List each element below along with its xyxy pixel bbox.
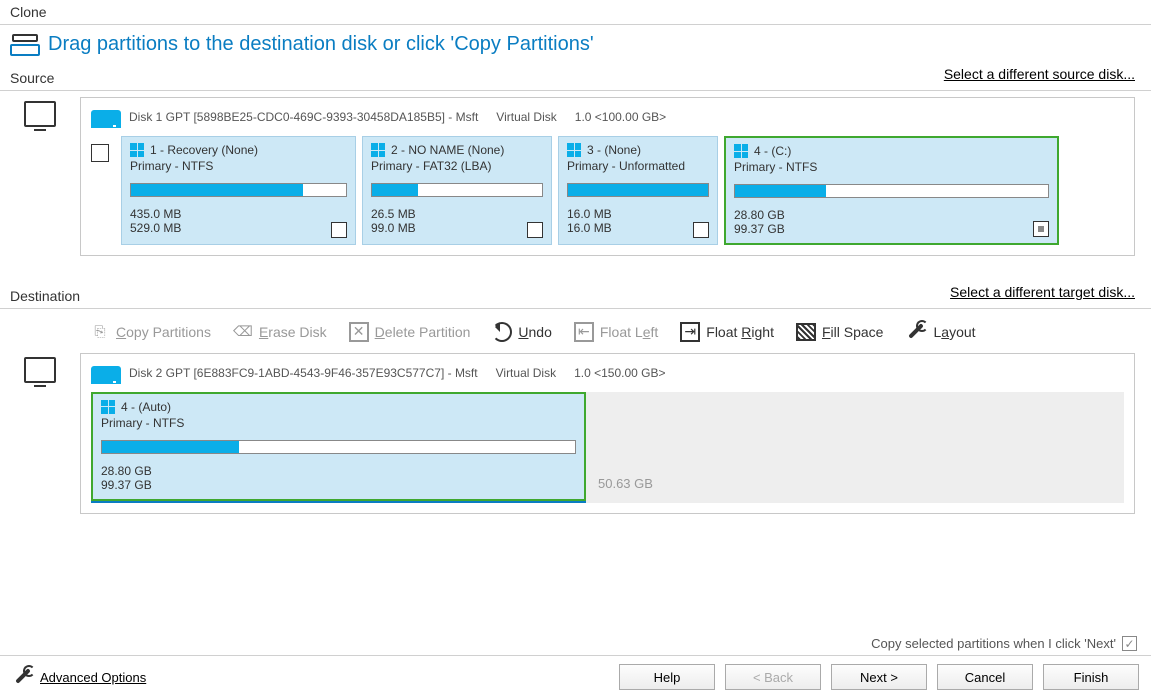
partition-total: 99.0 MB: [371, 221, 543, 235]
partition-used: 28.80 GB: [101, 464, 576, 478]
separator: [0, 24, 1151, 25]
fill-icon: [796, 323, 816, 341]
destination-partition-card[interactable]: 4 - (Auto) Primary - NTFS 28.80 GB 99.37…: [91, 392, 586, 501]
partition-used: 28.80 GB: [734, 208, 1049, 222]
source-partition-card[interactable]: 4 - (C:) Primary - NTFS 28.80 GB99.37 GB: [724, 136, 1059, 245]
windows-logo-icon: [371, 143, 385, 157]
source-disk-name: Disk 1 GPT [5898BE25-CDC0-469C-9393-3045…: [129, 110, 478, 124]
destination-toolbar: ⎘Copy Partitions ⌫Erase Disk ✕Delete Par…: [0, 315, 1151, 353]
free-space-region[interactable]: 50.63 GB: [586, 392, 1124, 503]
partition-title: 1 - Recovery (None): [150, 143, 258, 157]
select-source-link[interactable]: Select a different source disk...: [944, 66, 1135, 82]
page-title: Clone: [0, 0, 1151, 22]
undo-icon: [492, 322, 512, 342]
help-button[interactable]: Help: [619, 664, 715, 690]
partition-title: 4 - (C:): [754, 144, 791, 158]
float-right-button[interactable]: ⇥Float Right: [680, 322, 774, 342]
source-partition-card[interactable]: 1 - Recovery (None) Primary - NTFS 435.0 M…: [121, 136, 356, 245]
partition-subtype: Primary - NTFS: [130, 159, 347, 173]
source-disk-box: Disk 1 GPT [5898BE25-CDC0-469C-9393-3045…: [80, 97, 1135, 256]
monitor-icon: [24, 101, 56, 127]
source-disk-bus: 1.0 <100.00 GB>: [575, 110, 666, 124]
select-all-checkbox[interactable]: [91, 144, 109, 162]
partition-total: 99.37 GB: [734, 222, 1049, 236]
wrench-icon: [12, 666, 34, 688]
copy-partitions-button[interactable]: ⎘Copy Partitions: [90, 322, 211, 342]
partition-total: 99.37 GB: [101, 478, 576, 492]
back-button: < Back: [725, 664, 821, 690]
layout-button[interactable]: Layout: [905, 321, 975, 343]
partition-title: 3 - (None): [587, 143, 641, 157]
partition-checkbox[interactable]: [693, 222, 709, 238]
copy-on-next-checkbox[interactable]: ✓: [1122, 636, 1137, 651]
source-partition-card[interactable]: 2 - NO NAME (None) Primary - FAT32 (LBA) 2…: [362, 136, 552, 245]
next-button[interactable]: Next >: [831, 664, 927, 690]
partition-used: 26.5 MB: [371, 207, 543, 221]
partition-usage-bar: [130, 183, 347, 197]
windows-logo-icon: [130, 143, 144, 157]
partition-checkbox[interactable]: [1033, 221, 1049, 237]
partition-used: 435.0 MB: [130, 207, 347, 221]
wrench-icon: [905, 321, 927, 343]
partition-total: 529.0 MB: [130, 221, 347, 235]
undo-button[interactable]: Undo: [492, 322, 551, 342]
partition-subtype: Primary - NTFS: [101, 416, 576, 430]
separator: [0, 90, 1151, 91]
windows-logo-icon: [101, 400, 115, 414]
partition-title: 2 - NO NAME (None): [391, 143, 504, 157]
partition-checkbox[interactable]: [527, 222, 543, 238]
windows-logo-icon: [567, 143, 581, 157]
partition-used: 16.0 MB: [567, 207, 709, 221]
disk-icon: [91, 362, 119, 384]
fill-space-button[interactable]: Fill Space: [796, 323, 883, 341]
partition-usage-bar: [101, 440, 576, 454]
windows-logo-icon: [734, 144, 748, 158]
advanced-options-link[interactable]: Advanced Options: [40, 670, 146, 685]
source-disk-type: Virtual Disk: [496, 110, 556, 124]
separator: [0, 308, 1151, 309]
destination-label: Destination: [0, 284, 90, 306]
cancel-button[interactable]: Cancel: [937, 664, 1033, 690]
dest-disk-type: Virtual Disk: [496, 366, 556, 380]
erase-disk-button[interactable]: ⌫Erase Disk: [233, 322, 327, 342]
float-left-button[interactable]: ⇤Float Left: [574, 322, 658, 342]
partition-subtype: Primary - Unformatted: [567, 159, 709, 173]
partition-title: 4 - (Auto): [121, 400, 171, 414]
destination-disk-box: Disk 2 GPT [6E883FC9-1ABD-4543-9F46-357E…: [80, 353, 1135, 514]
partition-total: 16.0 MB: [567, 221, 709, 235]
dest-disk-name: Disk 2 GPT [6E883FC9-1ABD-4543-9F46-357E…: [129, 366, 478, 380]
source-label: Source: [0, 66, 64, 88]
hint-text: Drag partitions to the destination disk …: [48, 33, 594, 56]
partition-usage-bar: [371, 183, 543, 197]
partition-subtype: Primary - FAT32 (LBA): [371, 159, 543, 173]
partition-usage-bar: [734, 184, 1049, 198]
finish-button[interactable]: Finish: [1043, 664, 1139, 690]
partition-usage-bar: [567, 183, 709, 197]
select-target-link[interactable]: Select a different target disk...: [950, 284, 1135, 300]
disk-icon: [91, 106, 119, 128]
clone-disk-icon: [10, 34, 40, 56]
partition-subtype: Primary - NTFS: [734, 160, 1049, 174]
monitor-icon: [24, 357, 56, 383]
source-partition-card[interactable]: 3 - (None) Primary - Unformatted 16.0 MB16…: [558, 136, 718, 245]
dest-disk-bus: 1.0 <150.00 GB>: [574, 366, 665, 380]
partition-checkbox[interactable]: [331, 222, 347, 238]
copy-on-next-label: Copy selected partitions when I click 'N…: [871, 636, 1116, 651]
delete-partition-button[interactable]: ✕Delete Partition: [349, 322, 471, 342]
